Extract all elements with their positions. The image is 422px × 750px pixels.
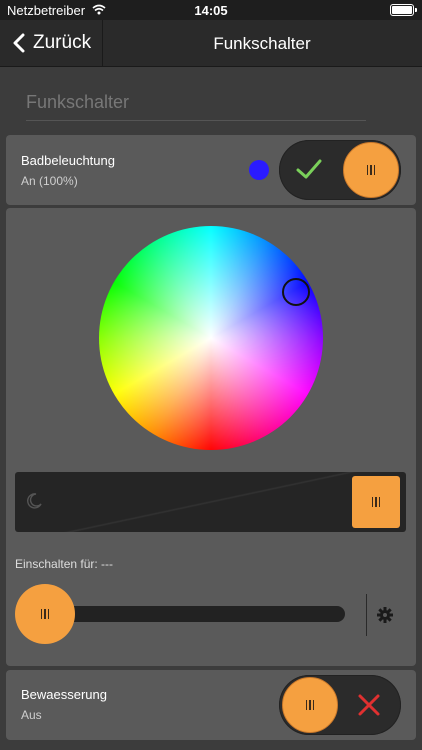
battery-icon	[390, 4, 417, 16]
device-status: Aus	[21, 708, 42, 722]
brightness-slider[interactable]	[15, 472, 406, 532]
moon-icon	[25, 492, 43, 515]
page-title: Funkschalter	[213, 34, 311, 53]
grip-icon	[40, 609, 50, 619]
color-wheel-surface	[99, 226, 323, 450]
cross-icon	[357, 693, 381, 722]
device-card-bewaesserung: Bewaesserung Aus	[6, 670, 416, 740]
power-toggle[interactable]	[279, 675, 401, 735]
grip-icon	[305, 700, 315, 710]
grip-icon	[371, 497, 381, 507]
status-bar: Netzbetreiber 14:05	[0, 0, 422, 20]
grip-icon	[366, 165, 376, 175]
color-wheel[interactable]	[99, 226, 323, 450]
back-label: Zurück	[33, 32, 92, 53]
toggle-knob[interactable]	[343, 142, 399, 198]
device-name: Bewaesserung	[21, 687, 107, 702]
section-header: Funkschalter	[26, 92, 366, 121]
divider	[366, 594, 367, 636]
status-time: 14:05	[194, 3, 228, 18]
device-status: An (100%)	[21, 174, 78, 188]
device-card-badbeleuchtung: Badbeleuchtung An (100%)	[6, 135, 416, 205]
timer-slider-knob[interactable]	[15, 584, 75, 644]
device-name: Badbeleuchtung	[21, 153, 115, 168]
timer-label: Einschalten für: ---	[15, 557, 114, 571]
back-chevron-icon	[12, 33, 26, 58]
color-control-card: Einschalten für: ---	[6, 208, 416, 666]
color-indicator	[249, 160, 269, 180]
color-picker-handle[interactable]	[282, 278, 310, 306]
gear-icon[interactable]	[376, 606, 394, 629]
power-toggle[interactable]	[279, 140, 401, 200]
check-icon	[295, 157, 323, 186]
back-button[interactable]: Zurück	[0, 20, 103, 66]
brightness-handle[interactable]	[352, 476, 400, 528]
navigation-bar: Zurück Funkschalter	[0, 20, 422, 67]
toggle-knob[interactable]	[282, 677, 338, 733]
